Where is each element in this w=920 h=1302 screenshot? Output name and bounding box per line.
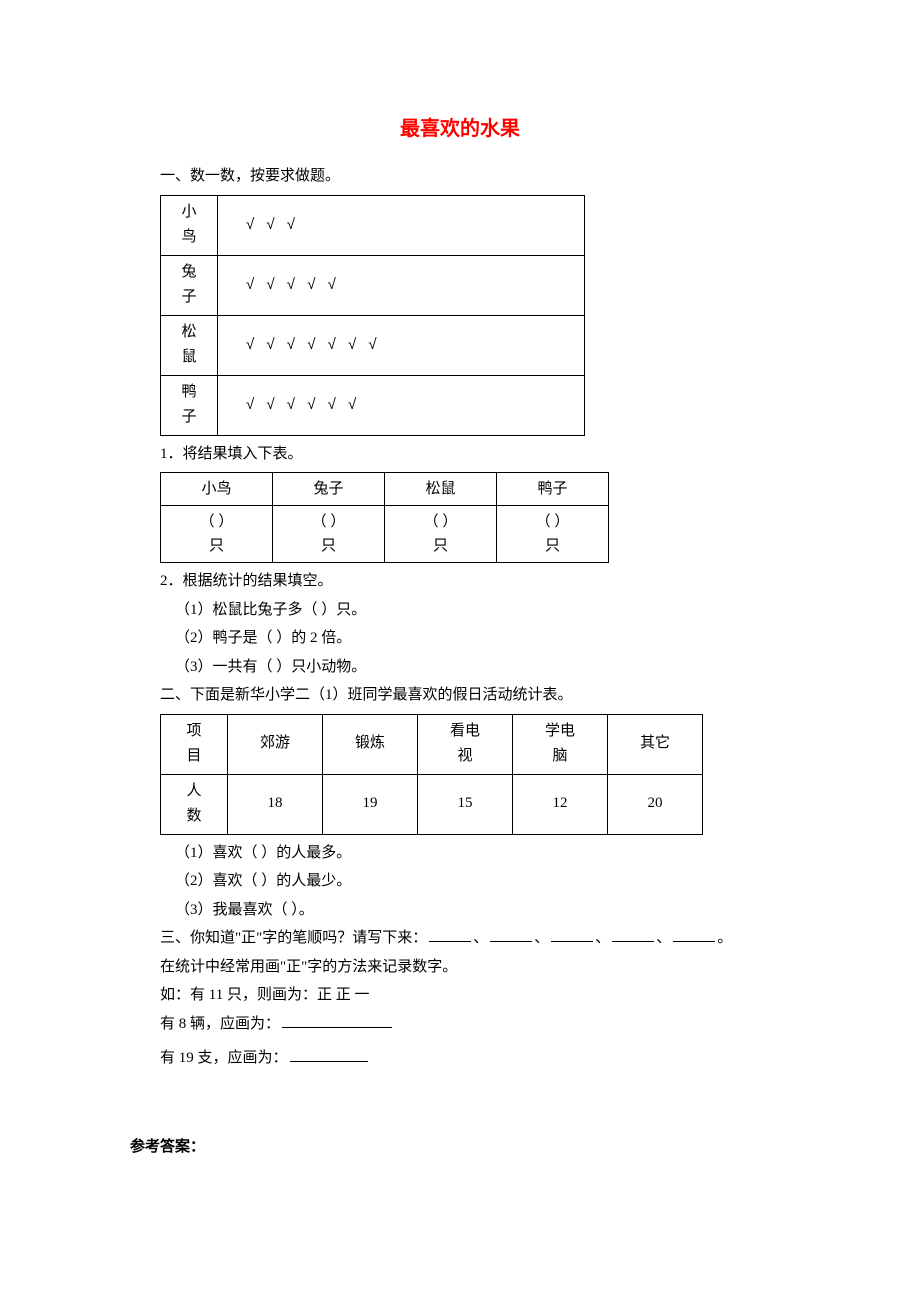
q2-1: （1）松鼠比兔子多（ ）只。 [130,596,790,625]
fill-blank[interactable] [290,1048,368,1063]
fill-blank[interactable] [429,928,471,943]
col-head: 松鼠 [385,473,497,506]
tally-table: 小 鸟 √ √ √ 兔 子 √ √ √ √ √ 松 鼠 √ √ √ √ √ √ … [160,195,585,436]
table-row: （ ） 只 （ ） 只 （ ） 只 （ ） 只 [161,506,609,563]
fill-blank[interactable] [551,928,593,943]
cell: 人 数 [186,783,201,825]
cell: 项 目 [186,723,201,765]
col-head: 鸭子 [497,473,609,506]
cell: 20 [648,795,663,811]
row-ticks: √ √ √ √ √ [246,276,340,293]
sep: 、 [534,930,549,946]
table-row: 松 鼠 √ √ √ √ √ √ √ [161,315,585,375]
fill-blank[interactable] [282,1013,392,1028]
blank-cell[interactable]: （ ） 只 [536,514,570,554]
cell: 其它 [640,735,670,751]
cell: 18 [268,795,283,811]
row-ticks: √ √ √ √ √ √ √ [246,336,381,353]
cell: 学电 脑 [545,723,575,765]
row-label: 兔 子 [181,264,196,306]
table-row: 人 数 18 19 15 12 20 [161,774,703,834]
s3-line3: 如：有 11 只，则画为：正 正 一 [130,981,790,1010]
row-label: 松 鼠 [181,324,196,366]
section-3-heading: 三、你知道"正"字的笔顺吗？请写下来： 、 、 、 、 。 [130,924,790,953]
q2-3: （3）一共有（ ）只小动物。 [130,653,790,682]
s3-line4: 有 8 辆，应画为： [130,1010,790,1039]
fill-table: 小鸟 兔子 松鼠 鸭子 （ ） 只 （ ） 只 （ ） 只 （ ） 只 [160,472,609,563]
sep: 、 [595,930,610,946]
cell: 15 [458,795,473,811]
row-label: 鸭 子 [181,384,196,426]
cell: 19 [363,795,378,811]
fill-blank[interactable] [612,928,654,943]
table-row: 小 鸟 √ √ √ [161,195,585,255]
col-head: 兔子 [273,473,385,506]
section-2-heading: 二、下面是新华小学二（1）班同学最喜欢的假日活动统计表。 [130,681,790,710]
table-row: 项 目 郊游 锻炼 看电 视 学电 脑 其它 [161,714,703,774]
blank-cell[interactable]: （ ） 只 [424,514,458,554]
col-head: 小鸟 [161,473,273,506]
fill-blank[interactable] [490,928,532,943]
section-1-heading: 一、数一数，按要求做题。 [130,162,790,191]
s3-l4-text: 有 8 辆，应画为： [160,1016,280,1032]
s3-l5-text: 有 19 支，应画为： [160,1050,288,1066]
sep: 、 [656,930,671,946]
cell: 锻炼 [355,735,385,751]
sep: 、 [473,930,488,946]
q2-heading: 2．根据统计的结果填空。 [130,567,790,596]
activity-table: 项 目 郊游 锻炼 看电 视 学电 脑 其它 人 数 18 19 15 12 2… [160,714,703,835]
s3-line5: 有 19 支，应画为： [130,1044,790,1073]
row-ticks: √ √ √ [246,216,299,233]
table-row: 小鸟 兔子 松鼠 鸭子 [161,473,609,506]
table-row: 鸭 子 √ √ √ √ √ √ [161,375,585,435]
s2-q3: （3）我最喜欢（ ）。 [130,896,790,925]
blank-cell[interactable]: （ ） 只 [200,514,234,554]
cell: 看电 视 [450,723,480,765]
s2-q2: （2）喜欢（ ）的人最少。 [130,867,790,896]
table-row: 兔 子 √ √ √ √ √ [161,255,585,315]
row-ticks: √ √ √ √ √ √ [246,396,360,413]
q2-2: （2）鸭子是（ ）的 2 倍。 [130,624,790,653]
page-title: 最喜欢的水果 [130,110,790,148]
row-label: 小 鸟 [181,204,196,246]
cell: 郊游 [260,735,290,751]
s3-text: 三、你知道"正"字的笔顺吗？请写下来： [160,930,427,946]
q1-heading: 1．将结果填入下表。 [130,440,790,469]
cell: 12 [553,795,568,811]
blank-cell[interactable]: （ ） 只 [312,514,346,554]
answer-heading: 参考答案： [130,1133,790,1162]
end: 。 [717,930,732,946]
s2-q1: （1）喜欢（ ）的人最多。 [130,839,790,868]
s3-line2: 在统计中经常用画"正"字的方法来记录数字。 [130,953,790,982]
fill-blank[interactable] [673,928,715,943]
